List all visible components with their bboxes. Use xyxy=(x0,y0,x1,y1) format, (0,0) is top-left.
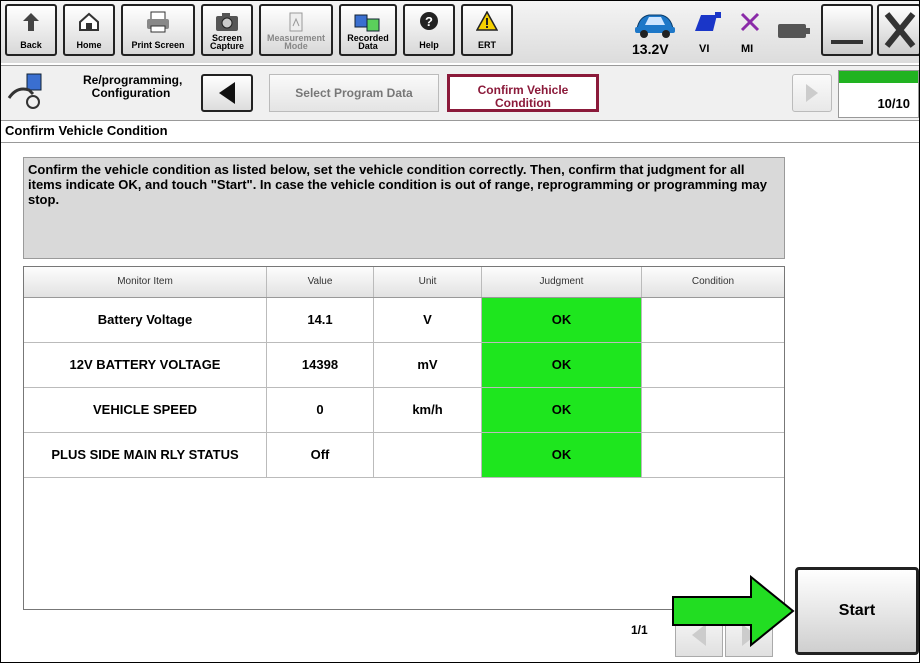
title-divider xyxy=(1,142,919,143)
home-label: Home xyxy=(76,40,102,50)
table-row: Battery Voltage 14.1 V OK xyxy=(24,298,784,343)
previous-step-button[interactable] xyxy=(201,74,253,112)
vi-interface-icon xyxy=(695,12,721,31)
recorded-data-label: Recorded Data xyxy=(347,33,389,51)
camera-icon xyxy=(216,13,238,31)
cell-condition xyxy=(642,388,784,432)
condition-table: Monitor Item Value Unit Judgment Conditi… xyxy=(23,266,785,610)
cell-unit xyxy=(374,433,482,477)
progress-fill xyxy=(839,71,918,83)
step-bar: Re/programming, Configuration Select Pro… xyxy=(1,65,919,121)
close-icon xyxy=(884,12,916,48)
cell-monitor-item: 12V BATTERY VOLTAGE xyxy=(24,343,267,387)
app-window: Back Home Print Screen Screen Capture Me… xyxy=(0,0,920,663)
header-condition: Condition xyxy=(691,276,735,287)
header-monitor-item: Monitor Item xyxy=(24,267,267,297)
print-screen-button[interactable]: Print Screen xyxy=(121,4,195,56)
help-button[interactable]: ? Help xyxy=(403,4,455,56)
mi-disconnected-icon xyxy=(740,12,760,32)
cell-condition xyxy=(642,298,784,342)
screen-capture-button[interactable]: Screen Capture xyxy=(201,4,253,56)
cell-monitor-item: Battery Voltage xyxy=(24,298,267,342)
warning-icon xyxy=(476,11,498,31)
screen-capture-label: Screen Capture xyxy=(209,33,244,51)
ert-button[interactable]: ERT xyxy=(461,4,513,56)
cell-unit: V xyxy=(374,298,482,342)
help-icon: ? xyxy=(420,12,438,30)
header-judgment: Judgment xyxy=(482,267,642,297)
home-button[interactable]: Home xyxy=(63,4,115,56)
left-arrow-icon xyxy=(219,82,235,104)
measurement-mode-label: Measurement Mode xyxy=(266,33,326,51)
step-confirm-vehicle-condition: Confirm Vehicle Condition xyxy=(447,74,599,112)
step-progress: 10/10 xyxy=(838,70,919,118)
vi-label: VI xyxy=(699,43,710,55)
page-indicator: 1/1 xyxy=(631,623,648,637)
mi-label: MI xyxy=(741,43,754,55)
right-arrow-icon xyxy=(806,84,818,102)
measurement-icon xyxy=(289,12,303,32)
next-step-button[interactable] xyxy=(792,74,832,112)
printer-icon xyxy=(147,11,169,33)
cell-judgment: OK xyxy=(482,388,642,432)
battery-icon xyxy=(778,24,810,38)
cell-judgment: OK xyxy=(482,298,642,342)
table-header: Monitor Item Value Unit Judgment Conditi… xyxy=(24,267,784,298)
cell-judgment: OK xyxy=(482,343,642,387)
voltage-readout: 13.2V xyxy=(632,41,669,57)
close-button[interactable] xyxy=(877,4,919,56)
recorded-data-button[interactable]: Recorded Data xyxy=(339,4,397,56)
header-unit: Unit xyxy=(374,267,482,297)
svg-text:?: ? xyxy=(425,14,433,29)
table-row: 12V BATTERY VOLTAGE 14398 mV OK xyxy=(24,343,784,388)
highlight-arrow-icon xyxy=(672,575,795,647)
help-label: Help xyxy=(419,40,439,50)
print-screen-label: Print Screen xyxy=(131,40,185,50)
minimize-button[interactable] xyxy=(821,4,873,56)
reprogramming-icon xyxy=(7,73,42,109)
back-label: Back xyxy=(20,40,42,50)
cell-unit: km/h xyxy=(374,388,482,432)
car-icon xyxy=(635,14,675,38)
table-row: PLUS SIDE MAIN RLY STATUS Off OK xyxy=(24,433,784,478)
cell-monitor-item: VEHICLE SPEED xyxy=(24,388,267,432)
page-title: Confirm Vehicle Condition xyxy=(5,123,168,138)
cell-monitor-item: PLUS SIDE MAIN RLY STATUS xyxy=(24,433,267,477)
ert-label: ERT xyxy=(478,40,496,50)
back-button[interactable]: Back xyxy=(5,4,57,56)
progress-text: 10/10 xyxy=(877,96,910,111)
start-button[interactable]: Start xyxy=(795,567,919,655)
back-arrow-icon xyxy=(23,13,39,31)
step-select-program-data[interactable]: Select Program Data xyxy=(269,74,439,112)
header-value: Value xyxy=(267,267,374,297)
cell-judgment: OK xyxy=(482,433,642,477)
measurement-mode-button[interactable]: Measurement Mode xyxy=(259,4,333,56)
minimize-icon xyxy=(831,40,863,44)
toolbar: Back Home Print Screen Screen Capture Me… xyxy=(1,1,919,63)
cell-value: 0 xyxy=(267,388,374,432)
cell-condition xyxy=(642,343,784,387)
section-label: Re/programming, Configuration xyxy=(83,73,183,100)
home-icon xyxy=(79,12,99,31)
cell-condition xyxy=(642,433,784,477)
recorded-data-icon xyxy=(354,14,380,32)
table-row: VEHICLE SPEED 0 km/h OK xyxy=(24,388,784,433)
cell-unit: mV xyxy=(374,343,482,387)
instruction-text: Confirm the vehicle condition as listed … xyxy=(23,157,785,259)
cell-value: 14398 xyxy=(267,343,374,387)
cell-value: 14.1 xyxy=(267,298,374,342)
cell-value: Off xyxy=(267,433,374,477)
